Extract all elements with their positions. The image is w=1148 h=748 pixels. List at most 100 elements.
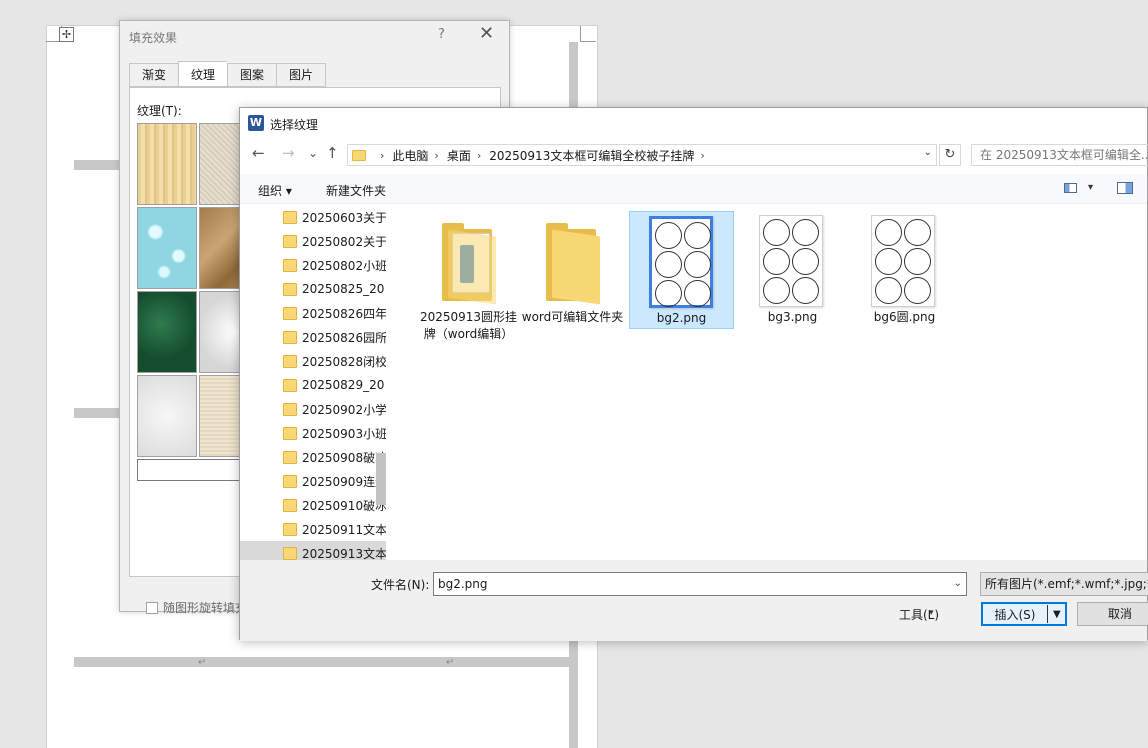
cancel-button[interactable]: 取消	[1077, 602, 1148, 626]
folder-with-document-icon	[442, 223, 496, 305]
file-name: bg3.png	[767, 310, 818, 324]
folder-icon	[283, 282, 297, 296]
tree-folder-item[interactable]: 20250909连连	[240, 469, 386, 493]
texture-swatch-papyrus[interactable]	[137, 123, 197, 205]
insert-button[interactable]: 插入(S) ▼	[981, 602, 1067, 626]
file-type-select[interactable]: 所有图片(*.emf;*.wmf;*.jpg;*.jpeg;*.png)	[980, 572, 1148, 596]
navigation-pane-scrollbar[interactable]: ⌄	[373, 205, 389, 560]
table-border-horizontal	[74, 160, 124, 170]
split-divider	[1047, 605, 1048, 623]
folder-icon	[283, 498, 297, 512]
tree-folder-item[interactable]: 20250829_20	[240, 373, 386, 397]
image-thumbnail	[871, 215, 935, 307]
filename-value: bg2.png	[438, 577, 488, 591]
back-arrow-icon[interactable]: ←	[252, 144, 265, 162]
word-app-icon: W	[248, 115, 264, 131]
tab-picture[interactable]: 图片	[276, 63, 327, 87]
scrollbar-thumb[interactable]	[376, 453, 386, 505]
breadcrumb-separator-icon: ›	[700, 148, 705, 162]
file-list: 20250913圆形挂牌（word编辑） word可编辑文件夹 bg2.png …	[390, 205, 1148, 560]
folder-icon	[546, 223, 600, 305]
help-icon[interactable]: ?	[438, 27, 445, 42]
page-corner-mark	[580, 26, 596, 42]
folder-icon	[283, 378, 297, 392]
tree-folder-item[interactable]: 20250802关于	[240, 229, 386, 253]
close-icon[interactable]: ✕	[479, 24, 494, 44]
fill-tabs: 渐变 纹理 图案 图片	[129, 61, 327, 87]
tree-folder-item[interactable]: 20250902小学	[240, 397, 386, 421]
file-name: word可编辑文件夹	[521, 310, 624, 324]
folder-icon	[283, 450, 297, 464]
breadcrumb-this-pc[interactable]: 此电脑	[392, 147, 428, 164]
change-view-icon[interactable]	[1064, 183, 1077, 193]
texture-swatch-green-marble[interactable]	[137, 291, 197, 373]
address-bar[interactable]: › 此电脑 › 桌面 › 20250913文本框可编辑全校被子挂牌 › ⌄	[347, 144, 937, 166]
texture-swatch-water-droplets[interactable]	[137, 207, 197, 289]
image-thumbnail	[759, 215, 823, 307]
rotate-checkbox[interactable]	[146, 601, 158, 614]
file-item-image-selected[interactable]: bg2.png	[629, 211, 734, 329]
scroll-down-arrow-icon[interactable]: ⌄	[376, 545, 384, 555]
folder-icon	[283, 354, 297, 368]
filename-input[interactable]: bg2.png ⌄	[433, 572, 967, 596]
forward-arrow-icon[interactable]: →	[282, 144, 295, 162]
breadcrumb-separator-icon: ›	[476, 148, 482, 162]
folder-icon	[283, 306, 297, 320]
tree-folder-item[interactable]: 20250826园所	[240, 325, 386, 349]
folder-icon	[283, 426, 297, 440]
tree-folder-item[interactable]: 20250828闭校	[240, 349, 386, 373]
folder-icon	[283, 402, 297, 416]
folder-icon	[283, 522, 297, 536]
tab-gradient[interactable]: 渐变	[129, 63, 179, 87]
breadcrumb-current-folder[interactable]: 20250913文本框可编辑全校被子挂牌	[489, 147, 694, 164]
select-texture-dialog: W 选择纹理 ← → ⌄ ↑ › 此电脑 › 桌面 › 20250913文本框可…	[239, 107, 1148, 641]
tree-folder-item[interactable]: 20250908破冰	[240, 445, 386, 469]
refresh-icon[interactable]: ↻	[939, 144, 961, 166]
file-name: bg2.png	[656, 311, 707, 325]
tree-folder-item[interactable]: 20250802小班	[240, 253, 386, 277]
preview-pane-icon[interactable]	[1117, 182, 1133, 194]
breadcrumb-desktop[interactable]: 桌面	[447, 147, 471, 164]
folder-icon	[283, 330, 297, 344]
texture-label: 纹理(T):	[137, 104, 182, 118]
new-folder-button[interactable]: 新建文件夹	[326, 182, 386, 199]
file-item-image[interactable]: bg3.png	[740, 211, 845, 329]
tree-folder-item[interactable]: 20250911文本	[240, 517, 386, 541]
dialog-footer: 文件名(N): bg2.png ⌄ 所有图片(*.emf;*.wmf;*.jpg…	[240, 560, 1148, 641]
filename-dropdown-icon[interactable]: ⌄	[954, 573, 962, 595]
texture-swatch-granite[interactable]	[137, 375, 197, 457]
tab-pattern[interactable]: 图案	[227, 63, 277, 87]
command-toolbar: 组织 ▾ 新建文件夹 ▾	[240, 174, 1147, 204]
dialog-title: 填充效果	[129, 31, 178, 45]
tree-folder-item[interactable]: 20250825_20	[240, 277, 386, 301]
file-item-folder[interactable]: word可编辑文件夹	[520, 211, 625, 329]
up-arrow-icon[interactable]: ↑	[326, 144, 339, 162]
dialog-title: 选择纹理	[270, 118, 319, 132]
navigation-pane: 20250603关于 20250802关于 20250802小班 2025082…	[240, 205, 390, 560]
tree-folder-item-selected[interactable]: 20250913文本	[240, 541, 386, 560]
insert-button-label: 插入(S)	[994, 607, 1036, 622]
table-move-handle-icon[interactable]: ✢	[59, 27, 74, 42]
tools-dropdown-icon[interactable]: ▾	[929, 608, 934, 618]
dialog-titlebar: W 选择纹理	[240, 108, 1147, 138]
file-name: bg6圆.png	[873, 310, 936, 324]
tab-texture[interactable]: 纹理	[178, 61, 228, 87]
file-item-image[interactable]: bg6圆.png	[852, 211, 957, 329]
tree-folder-item[interactable]: 20250826四年	[240, 301, 386, 325]
folder-icon	[283, 234, 297, 248]
paragraph-mark-icon: ↵	[446, 657, 455, 668]
organize-button[interactable]: 组织 ▾	[258, 182, 292, 199]
search-input[interactable]: 在 20250913文本框可编辑全...	[971, 144, 1148, 166]
recent-locations-chevron-icon[interactable]: ⌄	[308, 146, 318, 160]
folder-icon	[283, 210, 297, 224]
tree-folder-item[interactable]: 20250603关于	[240, 205, 386, 229]
file-item-folder[interactable]: 20250913圆形挂牌（word编辑）	[416, 211, 521, 341]
folder-icon	[283, 258, 297, 272]
view-options-dropdown-icon[interactable]: ▾	[1088, 182, 1093, 193]
breadcrumb-separator-icon: ›	[434, 148, 439, 162]
insert-options-dropdown-icon[interactable]: ▼	[1053, 609, 1061, 620]
tree-folder-item[interactable]: 20250910破冰	[240, 493, 386, 517]
tree-folder-item[interactable]: 20250903小班	[240, 421, 386, 445]
address-dropdown-icon[interactable]: ⌄	[924, 147, 932, 158]
file-name: 20250913圆形挂牌（word编辑）	[419, 310, 518, 341]
